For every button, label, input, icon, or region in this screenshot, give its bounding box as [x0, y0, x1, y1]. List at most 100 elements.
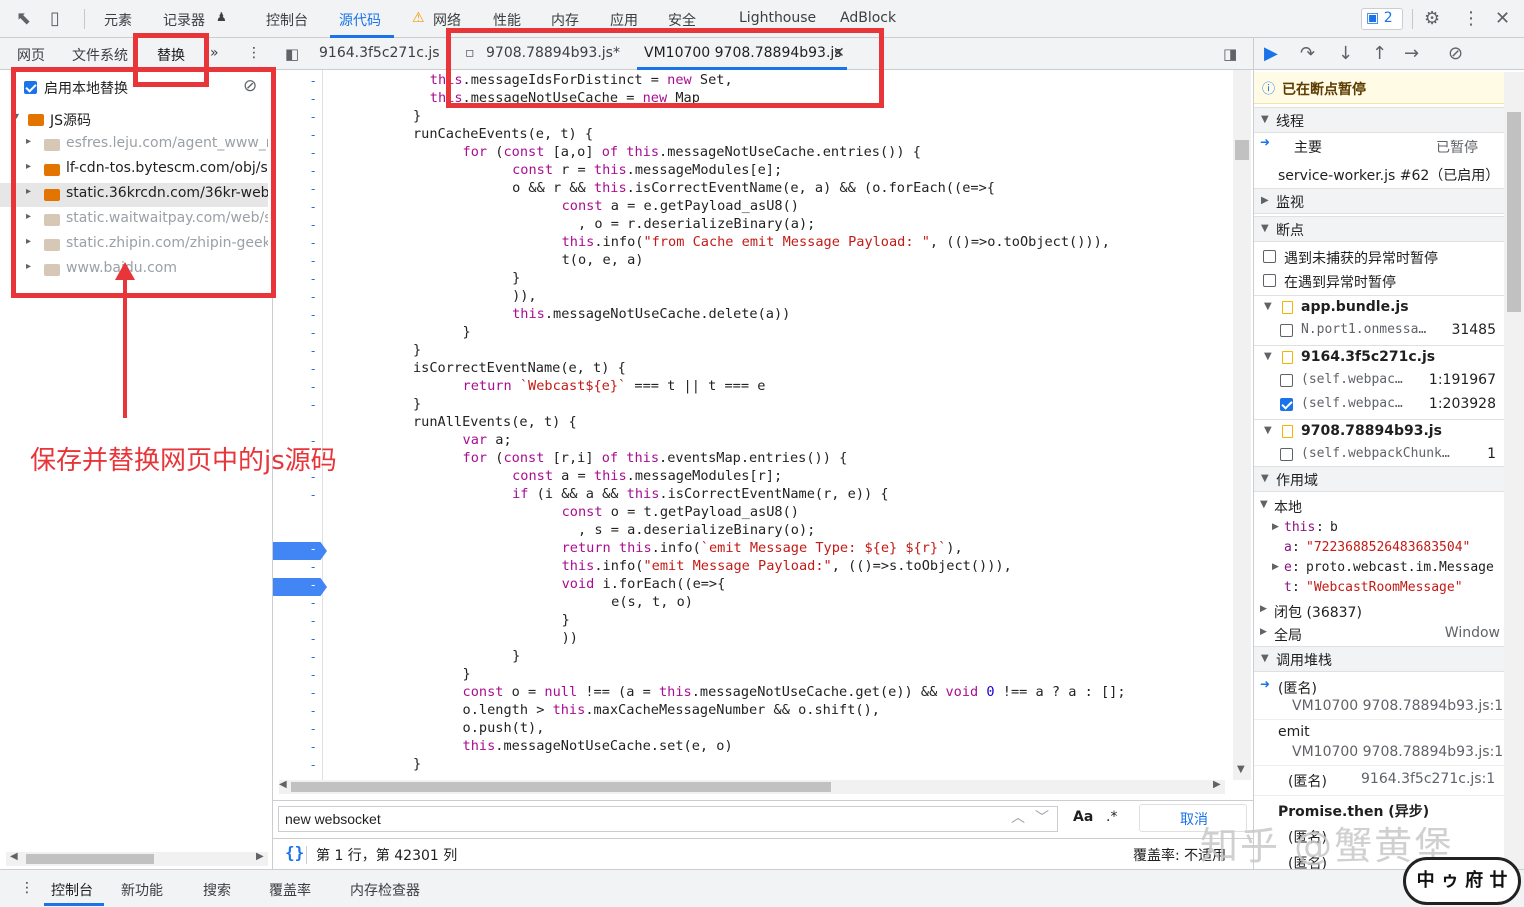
- breakpoint-checkbox[interactable]: [1280, 448, 1293, 461]
- tab-elements[interactable]: 元素: [104, 10, 132, 30]
- tab-console[interactable]: 控制台: [266, 10, 308, 30]
- scope-global[interactable]: ▶ 全局 Window: [1254, 622, 1504, 646]
- scope-local[interactable]: ▼ 本地: [1254, 494, 1504, 518]
- breakpoint-location: 1:191967: [1428, 372, 1496, 388]
- scroll-thumb[interactable]: [26, 854, 154, 864]
- breakpoint-checkbox[interactable]: [1280, 398, 1293, 411]
- drawer-tab-search[interactable]: 搜索: [203, 880, 231, 900]
- breakpoint-file[interactable]: ▼ 9164.3f5c271c.js: [1254, 345, 1504, 369]
- breakpoint-item[interactable]: (self.webpac… 1:203928: [1254, 393, 1504, 417]
- device-toolbar-icon[interactable]: ▯: [50, 8, 60, 29]
- code-content[interactable]: this.messageIdsForDistinct = new Set, thi…: [329, 70, 1233, 780]
- breakpoint-checkbox[interactable]: [1280, 324, 1293, 337]
- search-prev-icon[interactable]: ︿: [1011, 807, 1025, 827]
- match-case-button[interactable]: Aa: [1073, 809, 1093, 825]
- regex-button[interactable]: .*: [1106, 809, 1117, 825]
- expand-arrow-icon: ▼: [1260, 499, 1268, 510]
- pause-caught-checkbox[interactable]: [1263, 274, 1276, 287]
- scope-global-value: Window: [1444, 625, 1500, 641]
- call-frame[interactable]: emit VM10700 9708.78894b93.js:1: [1254, 720, 1504, 766]
- pause-caught-row[interactable]: 在遇到异常时暂停: [1254, 269, 1504, 293]
- breakpoint-file[interactable]: ▼ 9708.78894b93.js: [1254, 419, 1504, 443]
- settings-gear-icon[interactable]: ⚙: [1424, 8, 1440, 29]
- tab-filesystem[interactable]: 文件系统: [72, 45, 128, 65]
- breakpoint-item[interactable]: (self.webpackChunk… 1: [1254, 443, 1504, 467]
- editor-tab-9164[interactable]: 9164.3f5c271c.js: [319, 45, 440, 61]
- watch-section-header[interactable]: ▶ 监视: [1254, 188, 1504, 214]
- more-options-icon[interactable]: ⋮: [1462, 8, 1480, 29]
- breakpoint-checkbox[interactable]: [1280, 374, 1293, 387]
- scope-section-header[interactable]: ▼ 作用域: [1254, 466, 1504, 492]
- tab-recorder[interactable]: 记录器: [163, 10, 205, 30]
- code-line: this.messageNotUseCache.delete(a)): [512, 306, 791, 322]
- drawer-menu-icon[interactable]: ⋮: [20, 880, 34, 896]
- scope-closure[interactable]: ▶ 闭包 (36837): [1254, 599, 1504, 623]
- tab-lighthouse[interactable]: Lighthouse: [739, 10, 816, 26]
- breakpoint-marker[interactable]: -: [273, 542, 327, 560]
- thread-main[interactable]: ➜ 主要 已暂停: [1254, 134, 1504, 158]
- editor-hscrollbar[interactable]: ◀ ▶: [279, 779, 1225, 794]
- more-tabs-chevron-icon[interactable]: »: [210, 45, 219, 61]
- debugger-vscrollbar[interactable]: [1504, 72, 1524, 869]
- drawer-tab-console[interactable]: 控制台: [51, 880, 93, 900]
- inspect-element-icon[interactable]: ⬉: [16, 8, 31, 29]
- resume-icon[interactable]: ▶: [1264, 43, 1278, 64]
- breakpoint-file[interactable]: ▼ app.bundle.js: [1254, 295, 1504, 319]
- tab-sources[interactable]: 源代码: [339, 10, 381, 30]
- drawer-tab-whats-new[interactable]: 新功能: [121, 880, 163, 900]
- breakpoint-marker[interactable]: -: [273, 578, 327, 596]
- scroll-thumb[interactable]: [1507, 112, 1521, 312]
- code-line: return `Webcast${e}` === t || t === e: [462, 378, 766, 394]
- scroll-right-icon[interactable]: ▶: [256, 851, 264, 862]
- threads-section-header[interactable]: ▼ 线程: [1254, 107, 1504, 133]
- deactivate-breakpoints-icon[interactable]: ⊘: [1448, 43, 1463, 64]
- breakpoint-item[interactable]: (self.webpac… 1:191967: [1254, 369, 1504, 393]
- breakpoint-code: (self.webpac…: [1301, 372, 1403, 387]
- tab-memory[interactable]: 内存: [551, 10, 579, 30]
- tab-security[interactable]: 安全: [668, 10, 696, 30]
- step-into-icon[interactable]: ↓: [1338, 43, 1353, 64]
- pause-uncaught-checkbox[interactable]: [1263, 250, 1276, 263]
- scroll-thumb[interactable]: [1235, 140, 1249, 160]
- editor-vscrollbar[interactable]: ▼: [1233, 70, 1251, 780]
- step-over-icon[interactable]: ↷: [1300, 43, 1315, 64]
- scroll-left-icon[interactable]: ◀: [10, 851, 18, 862]
- scroll-left-icon[interactable]: ◀: [279, 779, 287, 790]
- scroll-down-icon[interactable]: ▼: [1237, 764, 1245, 775]
- toggle-navigator-icon[interactable]: ◧: [285, 45, 299, 63]
- breakpoint-item[interactable]: N.port1.onmessa… 31485: [1254, 319, 1504, 343]
- pretty-print-button[interactable]: {}: [285, 843, 304, 862]
- line-gutter[interactable]: --------------------------------------: [273, 70, 327, 780]
- pause-uncaught-row[interactable]: 遇到未捕获的异常时暂停: [1254, 245, 1504, 269]
- drawer-tab-memory-inspector[interactable]: 内存检查器: [350, 880, 420, 900]
- issues-counter-button[interactable]: ▣ 2: [1361, 8, 1403, 30]
- highlight-editor-tabs: [446, 28, 884, 108]
- expand-arrow-icon: ▶: [1272, 562, 1279, 572]
- search-input[interactable]: [278, 806, 1058, 832]
- step-out-icon[interactable]: ↑: [1372, 43, 1387, 64]
- gutter-dash: -: [311, 650, 316, 664]
- tab-adblock[interactable]: AdBlock: [840, 10, 896, 26]
- tab-application[interactable]: 应用: [610, 10, 638, 30]
- breakpoint-location: 1: [1487, 446, 1496, 462]
- call-frame[interactable]: (匿名) 9164.3f5c271c.js:1: [1254, 766, 1504, 796]
- close-devtools-icon[interactable]: ✕: [1495, 8, 1510, 29]
- callstack-section-header[interactable]: ▼ 调用堆栈: [1254, 646, 1504, 672]
- drawer-tab-coverage[interactable]: 覆盖率: [269, 880, 311, 900]
- section-arrow-icon: ▶: [1261, 195, 1269, 206]
- tab-network[interactable]: 网络: [433, 10, 461, 30]
- call-frame[interactable]: ➜ (匿名) VM10700 9708.78894b93.js:1: [1254, 674, 1504, 720]
- navigator-hscrollbar[interactable]: ◀ ▶: [6, 851, 268, 866]
- search-next-icon[interactable]: ﹀: [1035, 807, 1049, 827]
- toggle-debugger-icon[interactable]: ◨: [1223, 45, 1237, 63]
- scroll-right-icon[interactable]: ▶: [1213, 779, 1221, 790]
- tab-performance[interactable]: 性能: [493, 10, 521, 30]
- scope-global-label: 全局: [1274, 628, 1302, 644]
- navigator-menu-icon[interactable]: ⋮: [247, 45, 261, 61]
- breakpoints-section-header[interactable]: ▼ 断点: [1254, 216, 1504, 242]
- tab-page[interactable]: 网页: [17, 45, 45, 65]
- step-icon[interactable]: →: [1404, 43, 1419, 64]
- thread-service-worker[interactable]: service-worker.js #62（已启用）: [1254, 162, 1504, 186]
- scroll-thumb[interactable]: [291, 782, 831, 792]
- variable-value: "WebcastRoomMessage": [1306, 580, 1463, 595]
